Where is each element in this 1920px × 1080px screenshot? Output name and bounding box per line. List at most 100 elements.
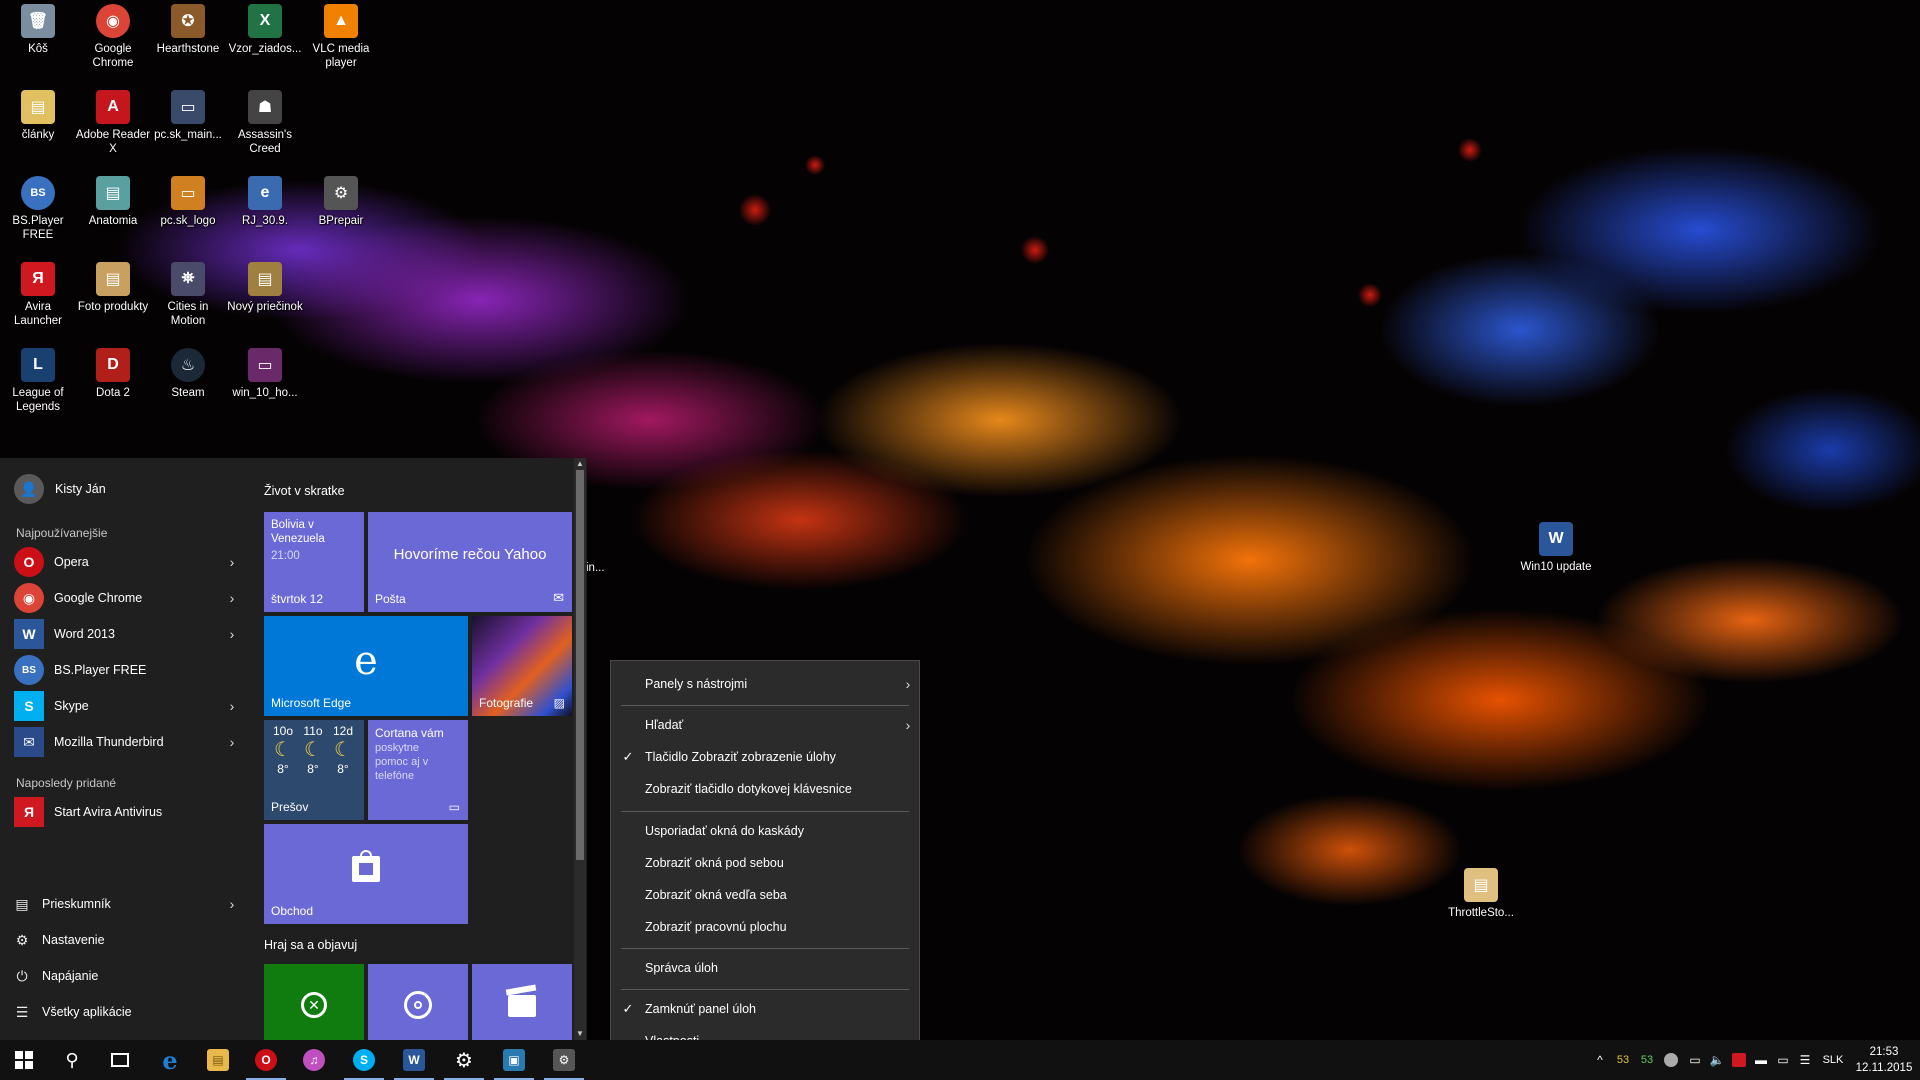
desktop-icon[interactable]: W Win10 update [1518, 518, 1594, 602]
menu-item-cascade-windows[interactable]: Usporiadať okná do kaskády [611, 816, 919, 846]
desktop-icon[interactable]: ⛯ Cities in Motion [150, 258, 226, 342]
battery-icon[interactable]: ▬ [1750, 1040, 1772, 1080]
cpu-temp-value: 53 [1616, 1054, 1630, 1066]
task-view-button[interactable] [96, 1040, 144, 1080]
scrollbar-thumb[interactable] [576, 470, 584, 860]
menu-item-side-by-side-windows[interactable]: Zobraziť okná vedľa seba [611, 880, 919, 910]
xbox-tile[interactable]: ✕ [264, 964, 364, 1040]
mail-tile[interactable]: Hovoríme rečou Yahoo Pošta ✉ [368, 512, 572, 612]
menu-item-show-desktop[interactable]: Zobraziť pracovnú plochu [611, 912, 919, 942]
taskbar-clock[interactable]: 21:53 12.11.2015 [1854, 1044, 1914, 1076]
avira-tray-icon[interactable] [1728, 1040, 1750, 1080]
scroll-up-icon[interactable]: ▲ [574, 458, 586, 470]
start-app-chrome[interactable]: ◉ Google Chrome › [14, 582, 239, 614]
desktop-icon-label: Hearthstone [156, 43, 220, 55]
start-menu-scrollbar[interactable]: ▲ ▼ [574, 458, 586, 1040]
desktop-icon[interactable]: ◉ Google Chrome [75, 0, 151, 84]
network-icon[interactable]: ▭ [1684, 1040, 1706, 1080]
chevron-right-icon[interactable]: › [225, 590, 239, 606]
scroll-down-icon[interactable]: ▼ [574, 1028, 586, 1040]
opera-icon: O [14, 547, 44, 577]
desktop-icon[interactable]: A Adobe Reader X [75, 86, 151, 170]
steam-tray-icon[interactable] [1660, 1040, 1682, 1080]
start-power[interactable]: ⏻ Napájanie [14, 962, 239, 990]
desktop-icon[interactable]: BS BS.Player FREE [0, 172, 76, 256]
desktop-icon[interactable]: ▤ Foto produkty [75, 258, 151, 342]
edge-tile[interactable]: e Microsoft Edge [264, 616, 468, 716]
calendar-tile[interactable]: Bolivia v Venezuela 21:00 štvrtok 12 [264, 512, 364, 612]
input-language-button[interactable]: SLK [1816, 1040, 1850, 1080]
settings-taskbar-button[interactable]: ⚙ [440, 1040, 488, 1080]
desktop-icon[interactable]: ▤ články [0, 86, 76, 170]
desktop-icon[interactable]: ▤ Anatomia [75, 172, 151, 256]
groove-music-tile[interactable] [368, 964, 468, 1040]
itunes-taskbar-button[interactable]: ♫ [290, 1040, 338, 1080]
store-tile[interactable]: Obchod [264, 824, 468, 924]
desktop-icon[interactable]: L League of Legends [0, 344, 76, 428]
word-taskbar-button[interactable]: W [390, 1040, 438, 1080]
hearthstone-icon: ✪ [171, 4, 205, 38]
start-file-explorer[interactable]: ▤ Prieskumník › [14, 890, 239, 918]
desktop-icon[interactable]: e RJ_30.9. [227, 172, 303, 256]
desktop-icon[interactable]: 🗑 Kôš [0, 0, 76, 84]
start-settings[interactable]: ⚙ Nastavenie [14, 926, 239, 954]
desktop-icon[interactable]: ▭ pc.sk_main... [150, 86, 226, 170]
xbox-icon: ✕ [264, 964, 364, 1040]
start-button[interactable] [0, 1040, 48, 1080]
folder-icon: ▤ [1464, 868, 1498, 902]
bprepair-taskbar-button[interactable]: ⚙ [540, 1040, 588, 1080]
photos-tile[interactable]: Fotografie ▨ [472, 616, 572, 716]
desktop-icon[interactable]: D Dota 2 [75, 344, 151, 428]
menu-item-task-manager[interactable]: Správca úloh [611, 953, 919, 983]
start-app-word[interactable]: W Word 2013 › [14, 618, 239, 650]
start-app-skype[interactable]: S Skype › [14, 690, 239, 722]
desktop-icon[interactable]: ▭ pc.sk_logo [150, 172, 226, 256]
weather-day: 11o ☾ 8° [302, 724, 324, 776]
remote-desktop-taskbar-button[interactable]: ▣ [490, 1040, 538, 1080]
chevron-right-icon[interactable]: › [225, 734, 239, 750]
desktop-icon[interactable]: ⚙ BPrepair [303, 172, 379, 256]
opera-taskbar-button[interactable]: O [242, 1040, 290, 1080]
chevron-right-icon[interactable]: › [225, 554, 239, 570]
file-explorer-taskbar-button[interactable]: ▤ [194, 1040, 242, 1080]
desktop-icon[interactable]: ▤ Nový priečinok [227, 258, 303, 342]
desktop-icon[interactable]: ▲ VLC media player [303, 0, 379, 84]
search-button[interactable]: ⚲ [48, 1040, 96, 1080]
menu-item-toolbars[interactable]: Panely s nástrojmi › [611, 669, 919, 699]
edge-taskbar-button[interactable]: e [146, 1040, 194, 1080]
menu-item-lock-taskbar[interactable]: ✓ Zamknúť panel úloh [611, 994, 919, 1024]
desktop-icon[interactable]: Я Avira Launcher [0, 258, 76, 342]
menu-item-task-view-button[interactable]: ✓ Tlačidlo Zobraziť zobrazenie úlohy [611, 742, 919, 772]
windows-logo-icon [15, 1051, 33, 1069]
desktop-icon[interactable]: ▭ win_10_ho... [227, 344, 303, 428]
cortana-tile[interactable]: Cortana vám poskytne pomoc aj v telefóne… [368, 720, 468, 820]
action-center-icon[interactable]: ☰ [1794, 1040, 1816, 1080]
show-hidden-icons-button[interactable]: ^ [1590, 1040, 1610, 1080]
start-app-bsplayer[interactable]: BS BS.Player FREE [14, 654, 239, 686]
desktop-icon[interactable]: ✪ Hearthstone [150, 0, 226, 84]
menu-item-stack-windows[interactable]: Zobraziť okná pod sebou [611, 848, 919, 878]
menu-item-touch-keyboard-button[interactable]: Zobraziť tlačidlo dotykovej klávesnice [611, 774, 919, 804]
cpu-temp-indicator[interactable]: 53 [1612, 1040, 1634, 1080]
menu-item-label: Tlačidlo Zobraziť zobrazenie úlohy [645, 750, 836, 764]
chevron-right-icon[interactable]: › [225, 896, 239, 912]
start-app-avira[interactable]: Я Start Avira Antivirus [14, 796, 239, 828]
gpu-temp-indicator[interactable]: 53 [1636, 1040, 1658, 1080]
display-icon[interactable]: ▭ [1772, 1040, 1794, 1080]
user-account-button[interactable]: 👤 Kisty Ján [14, 474, 106, 504]
desktop-icon[interactable]: ☗ Assassin's Creed [227, 86, 303, 170]
weather-tile[interactable]: 10o ☾ 8° 11o ☾ 8° 12d ☾ 8° Prešov [264, 720, 364, 820]
skype-taskbar-button[interactable]: S [340, 1040, 388, 1080]
start-app-opera[interactable]: O Opera › [14, 546, 239, 578]
mail-headline: Hovoríme rečou Yahoo [393, 546, 547, 563]
start-app-thunderbird[interactable]: ✉ Mozilla Thunderbird › [14, 726, 239, 758]
desktop-icon[interactable]: ▤ ThrottleSto... [1443, 864, 1519, 948]
volume-icon[interactable]: 🔈 [1706, 1040, 1728, 1080]
chevron-right-icon[interactable]: › [225, 698, 239, 714]
start-all-apps[interactable]: ☰ Všetky aplikácie [14, 998, 239, 1026]
desktop-icon[interactable]: ♨ Steam [150, 344, 226, 428]
menu-item-search[interactable]: Hľadať › [611, 710, 919, 740]
chevron-right-icon[interactable]: › [225, 626, 239, 642]
movies-tv-tile[interactable] [472, 964, 572, 1040]
desktop-icon[interactable]: X Vzor_ziados... [227, 0, 303, 84]
